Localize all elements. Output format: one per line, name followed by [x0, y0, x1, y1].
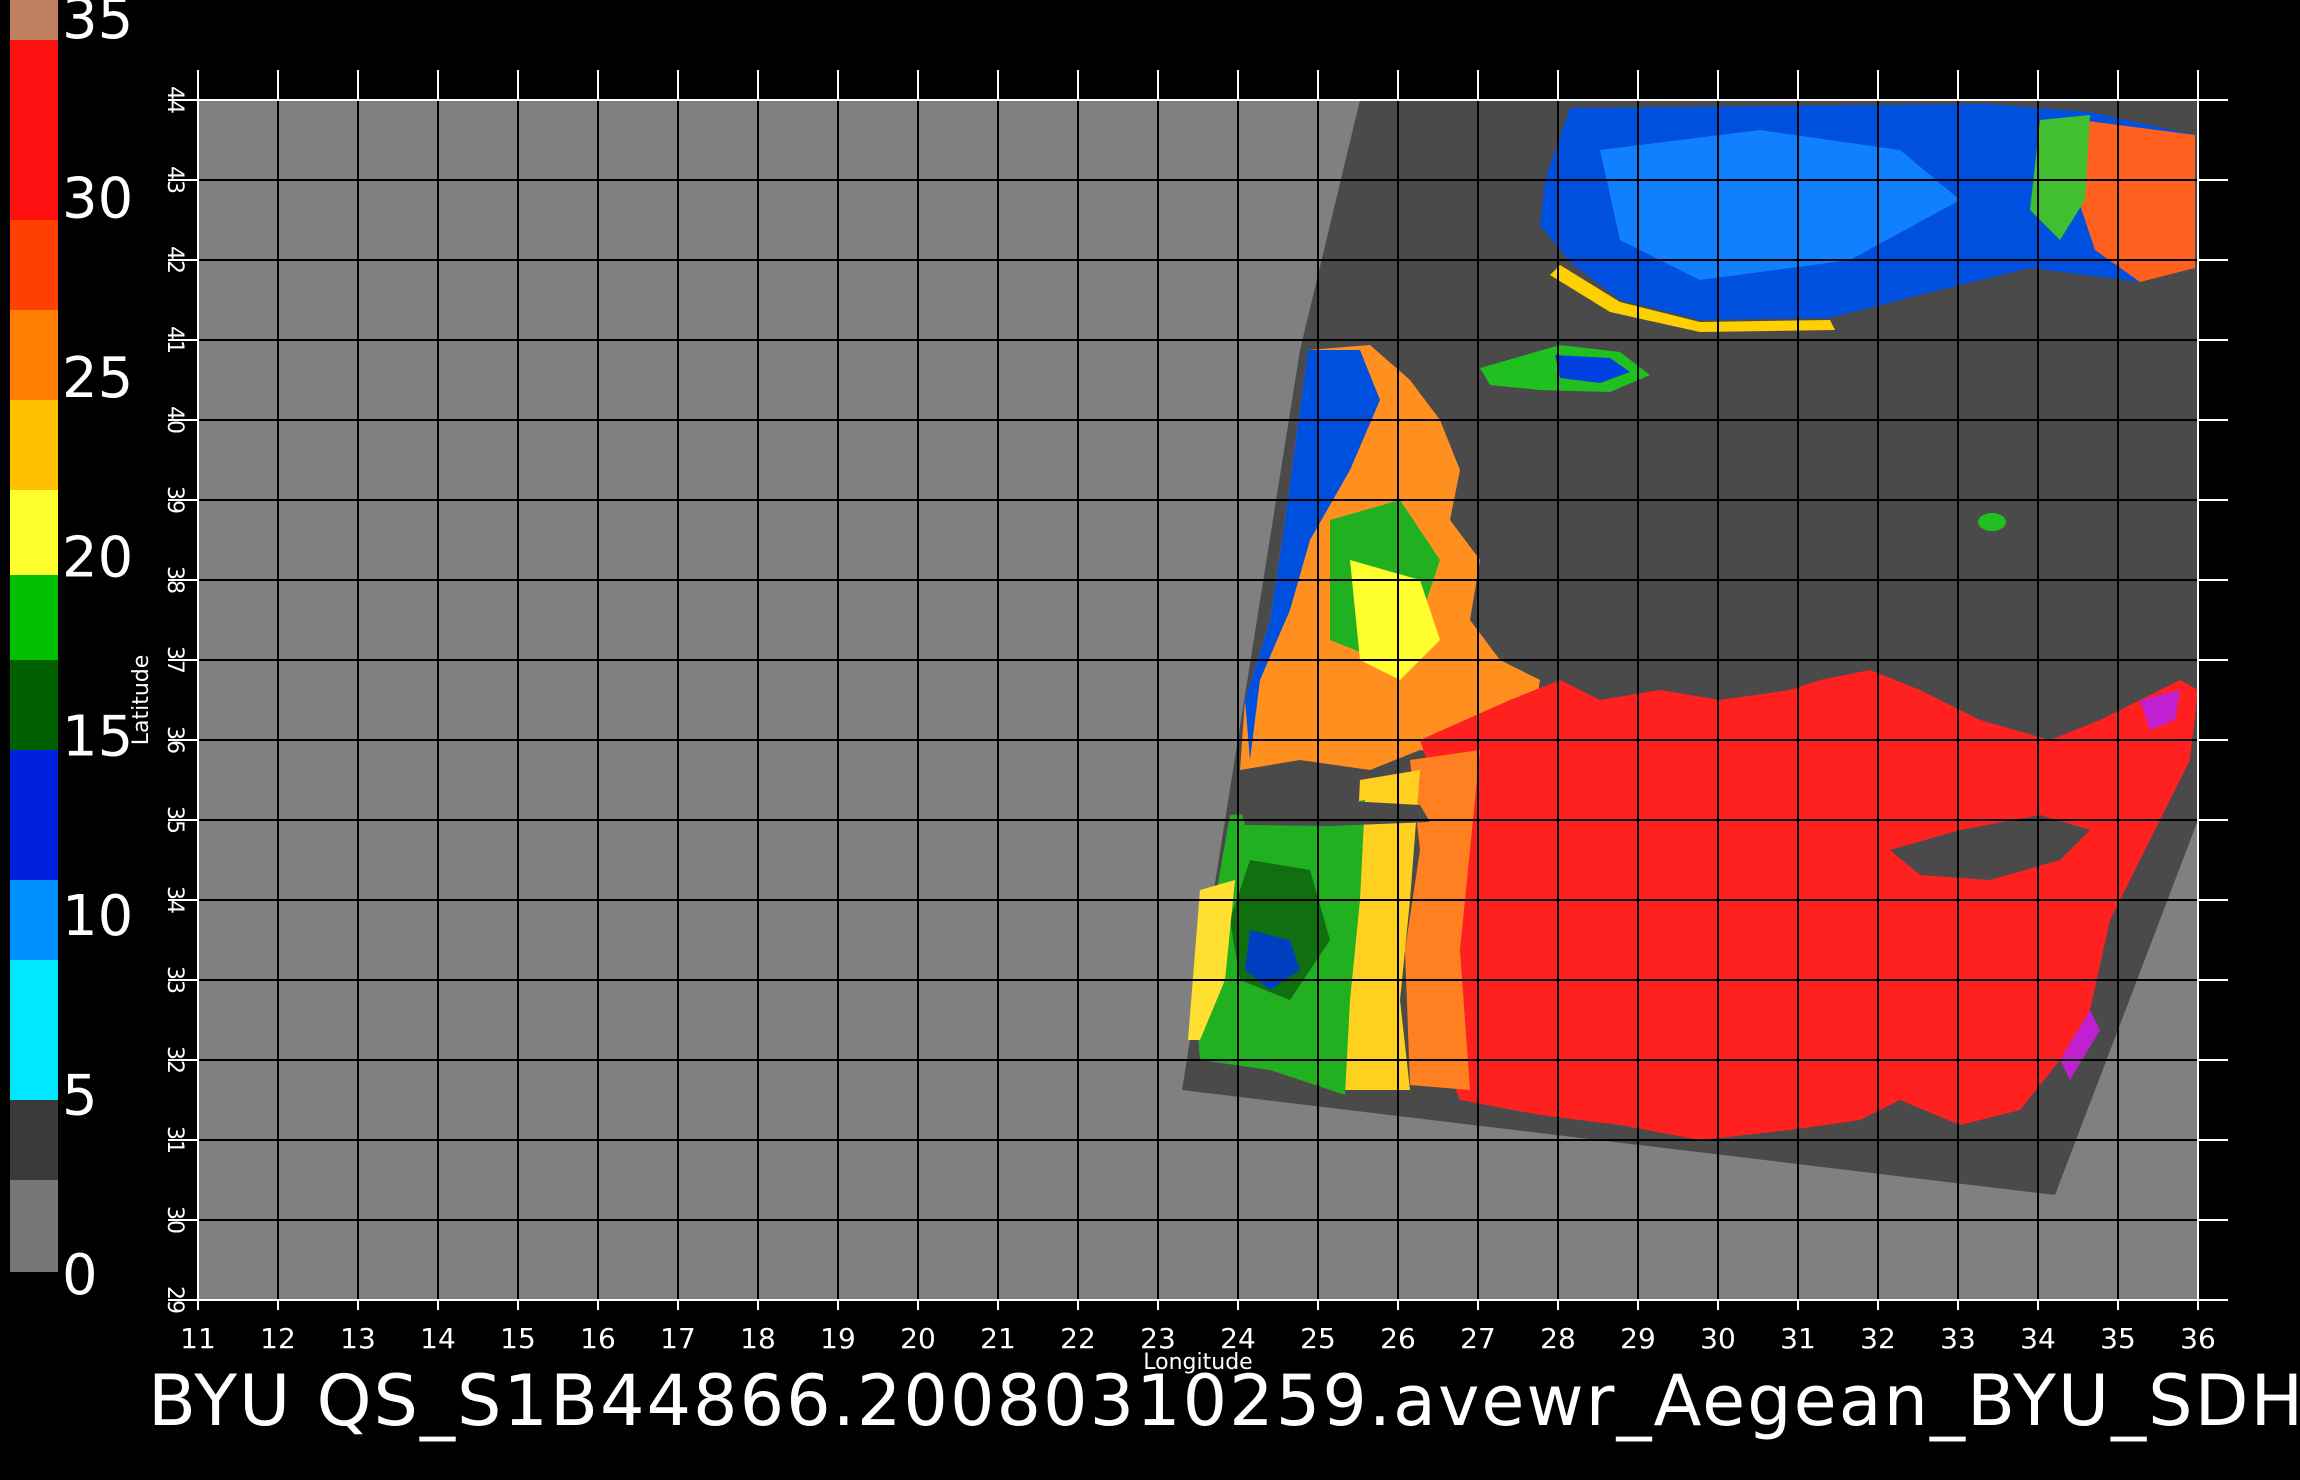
scale-band-10 — [10, 220, 58, 310]
y-tick-label: 36 — [162, 726, 187, 754]
scale-label: 30 — [62, 166, 133, 231]
scale-band-1 — [10, 1100, 58, 1180]
scale-label: 35 — [62, 0, 133, 52]
x-tick-label: 34 — [2020, 1322, 2056, 1355]
scale-band-12 — [10, 0, 58, 40]
x-tick-label: 22 — [1060, 1322, 1096, 1355]
y-tick-label: 43 — [162, 166, 187, 194]
scale-band-6 — [10, 575, 58, 660]
scale-label: 5 — [62, 1064, 98, 1129]
y-tick-label: 40 — [162, 406, 187, 434]
scale-band-2 — [10, 960, 58, 1100]
y-tick-label: 38 — [162, 566, 187, 594]
x-tick-label: 14 — [420, 1322, 456, 1355]
scale-label: 25 — [62, 346, 133, 411]
scale-band-8 — [10, 400, 58, 490]
x-tick-label: 30 — [1700, 1322, 1736, 1355]
color-scale-bar — [10, 0, 58, 1272]
x-tick-label: 36 — [2180, 1322, 2216, 1355]
y-tick-label: 32 — [162, 1046, 187, 1074]
y-tick-label: 39 — [162, 486, 187, 514]
scale-band-7 — [10, 490, 58, 575]
x-tick-label: 19 — [820, 1322, 856, 1355]
x-tick-label: 33 — [1940, 1322, 1976, 1355]
y-tick-label: 31 — [162, 1126, 187, 1154]
x-tick-label: 16 — [580, 1322, 616, 1355]
x-tick-label: 26 — [1380, 1322, 1416, 1355]
y-tick-label: 37 — [162, 646, 187, 674]
scale-band-11 — [10, 40, 58, 220]
x-tick-label: 15 — [500, 1322, 536, 1355]
wind-speed-map: 0 5 10 15 20 25 30 35 11 12 13 14 15 16 17 18 1… — [10, 0, 2228, 1375]
x-tick-label: 27 — [1460, 1322, 1496, 1355]
scale-band-3 — [10, 880, 58, 960]
y-axis-title: Latitude — [129, 655, 154, 746]
y-tick-label: 35 — [162, 806, 187, 834]
x-tick-label: 20 — [900, 1322, 936, 1355]
x-tick-label: 31 — [1780, 1322, 1816, 1355]
y-tick-label: 44 — [162, 86, 187, 114]
scale-band-0 — [10, 1180, 58, 1272]
y-tick-label: 33 — [162, 966, 187, 994]
scale-band-9 — [10, 310, 58, 400]
y-tick-label: 30 — [162, 1206, 187, 1234]
scale-label: 10 — [62, 884, 133, 949]
scale-label: 15 — [62, 705, 133, 770]
x-tick-label: 25 — [1300, 1322, 1336, 1355]
island-blob — [1978, 513, 2006, 531]
scale-band-5 — [10, 660, 58, 750]
x-tick-label: 17 — [660, 1322, 696, 1355]
color-scale-labels: 0 5 10 15 20 25 30 35 — [62, 0, 133, 1308]
y-tick-label: 29 — [162, 1286, 187, 1314]
x-tick-label: 21 — [980, 1322, 1016, 1355]
x-tick-label: 13 — [340, 1322, 376, 1355]
scale-band-4 — [10, 750, 58, 880]
scale-label: 0 — [62, 1243, 98, 1308]
x-tick-label: 11 — [180, 1322, 216, 1355]
y-tick-label: 34 — [162, 886, 187, 914]
x-tick-label: 32 — [1860, 1322, 1896, 1355]
y-tick-label: 41 — [162, 326, 187, 354]
x-tick-label: 12 — [260, 1322, 296, 1355]
map-title: BYU QS_S1B44866.20080310259.avewr_Aegean… — [148, 1360, 2300, 1442]
x-tick-label: 28 — [1540, 1322, 1576, 1355]
x-tick-label: 18 — [740, 1322, 776, 1355]
x-tick-label: 35 — [2100, 1322, 2136, 1355]
x-tick-label: 29 — [1620, 1322, 1656, 1355]
y-tick-label: 42 — [162, 246, 187, 274]
scale-label: 20 — [62, 525, 133, 590]
